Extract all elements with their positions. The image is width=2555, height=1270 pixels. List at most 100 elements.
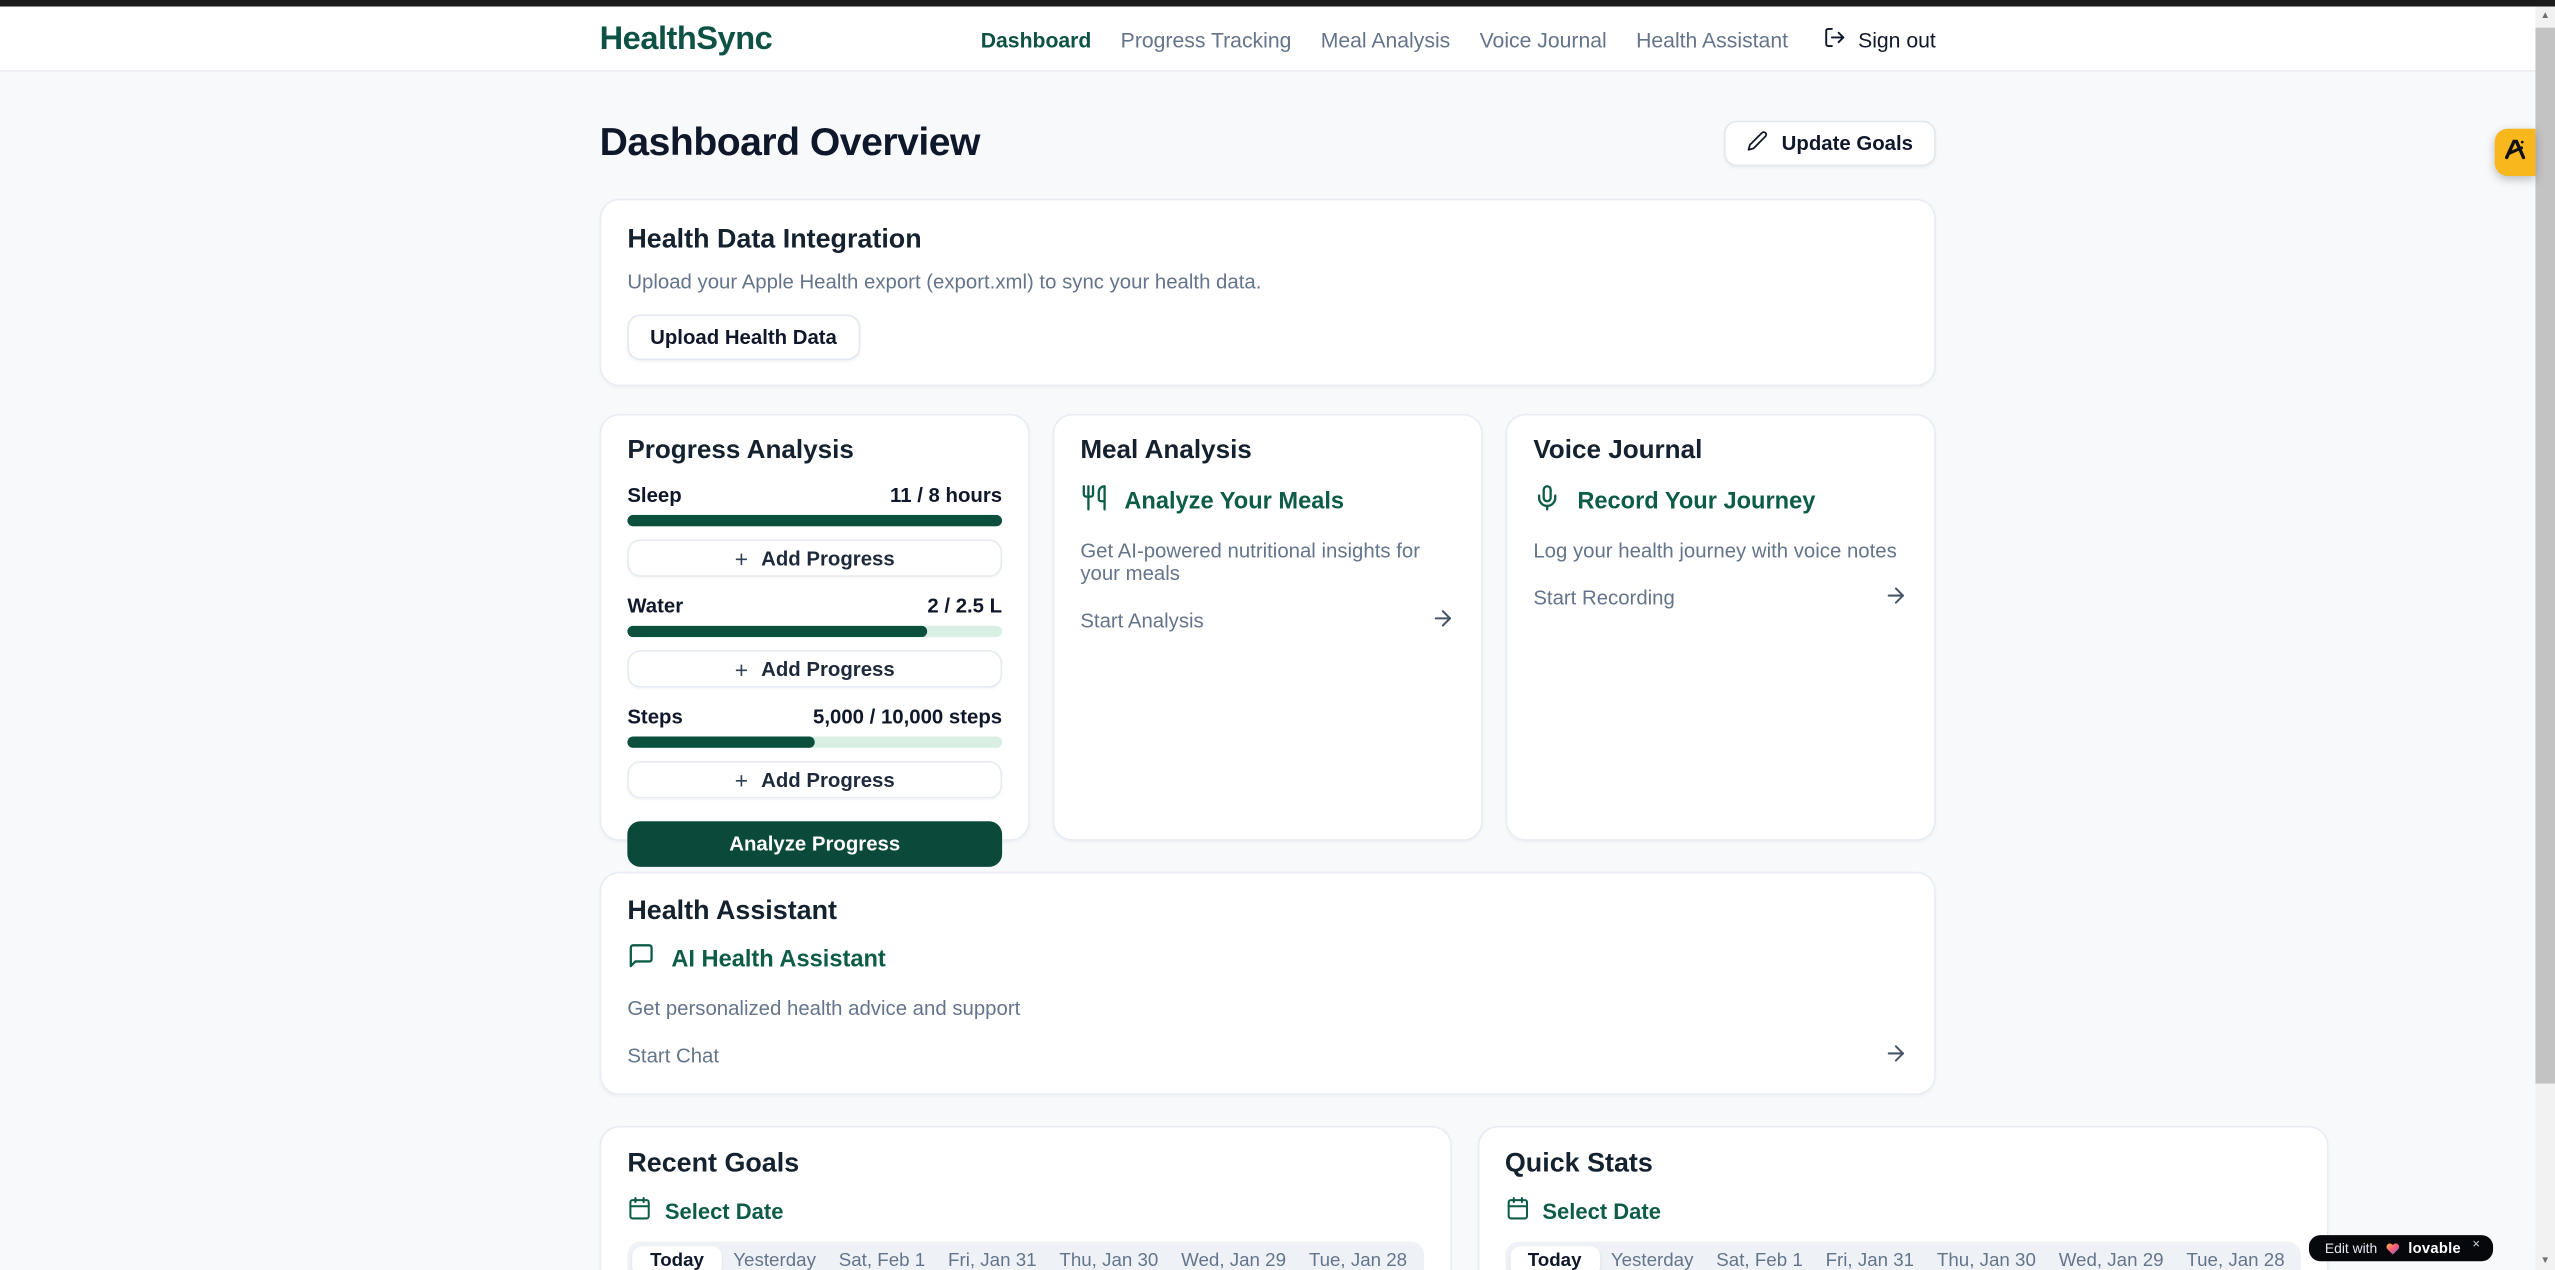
plus-icon: + <box>735 768 748 791</box>
start-analysis-label: Start Analysis <box>1080 609 1203 632</box>
ai-health-assistant-link[interactable]: AI Health Assistant <box>627 942 1908 976</box>
start-chat-link[interactable]: Start Chat <box>627 1041 1908 1070</box>
analyze-your-meals-label: Analyze Your Meals <box>1124 488 1344 514</box>
recent-goals-card: Recent Goals Select Date Today Yesterday… <box>600 1126 1451 1270</box>
health-data-title: Health Data Integration <box>627 225 1908 256</box>
scrollbar-up-arrow[interactable]: ▲ <box>2535 7 2555 27</box>
recent-goals-select-date[interactable]: Select Date <box>627 1196 1423 1225</box>
date-tab-today[interactable]: Today <box>1510 1247 1600 1270</box>
steps-add-progress-button[interactable]: + Add Progress <box>627 761 1002 798</box>
nav-menu: Dashboard Progress Tracking Meal Analysi… <box>981 25 1936 53</box>
metric-sleep: Sleep 11 / 8 hours +Add Progress <box>627 484 1002 577</box>
heart-icon <box>2385 1241 2400 1256</box>
date-tab-feb1[interactable]: Sat, Feb 1 <box>1705 1247 1814 1270</box>
health-data-integration-card: Health Data Integration Upload your Appl… <box>600 199 1936 386</box>
water-add-progress-button[interactable]: + Add Progress <box>627 650 1002 687</box>
update-goals-button[interactable]: Update Goals <box>1725 121 1936 167</box>
utensils-icon <box>1080 484 1108 518</box>
date-tab-jan30[interactable]: Thu, Jan 30 <box>1926 1247 2048 1270</box>
calendar-icon <box>627 1196 651 1225</box>
meal-analysis-card: Meal Analysis Analyze Your Meals Get AI-… <box>1053 414 1483 841</box>
date-tab-jan30[interactable]: Thu, Jan 30 <box>1048 1247 1170 1270</box>
date-tab-feb1[interactable]: Sat, Feb 1 <box>827 1247 936 1270</box>
date-tab-jan29[interactable]: Wed, Jan 29 <box>2047 1247 2175 1270</box>
nav-item-voice-journal[interactable]: Voice Journal <box>1480 27 1607 51</box>
app-screen: HealthSync Dashboard Progress Tracking M… <box>0 0 2555 1270</box>
analyze-progress-button[interactable]: Analyze Progress <box>627 821 1002 867</box>
signout-button[interactable]: Sign out <box>1824 25 1936 53</box>
date-tab-jan31[interactable]: Fri, Jan 31 <box>937 1247 1048 1270</box>
quick-stats-date-tabs: Today Yesterday Sat, Feb 1 Fri, Jan 31 T… <box>1505 1242 2301 1270</box>
select-date-label: Select Date <box>1542 1198 1661 1222</box>
ai-health-assistant-label: AI Health Assistant <box>671 946 885 972</box>
health-assistant-card: Health Assistant AI Health Assistant Get… <box>600 872 1936 1095</box>
steps-progress-fill <box>627 737 814 748</box>
microphone-icon <box>1533 484 1561 518</box>
progress-analysis-card: Progress Analysis Sleep 11 / 8 hours +Ad… <box>600 414 1030 841</box>
main-content: Dashboard Overview Update Goals Health D… <box>600 72 1936 1270</box>
date-tab-jan28[interactable]: Tue, Jan 28 <box>1297 1247 1418 1270</box>
add-progress-label: Add Progress <box>761 768 895 791</box>
pencil-icon <box>1747 130 1768 156</box>
date-tab-today[interactable]: Today <box>632 1247 722 1270</box>
arrow-right-icon <box>1431 606 1455 635</box>
progress-analysis-title: Progress Analysis <box>627 437 1002 466</box>
upload-health-data-button[interactable]: Upload Health Data <box>627 314 859 360</box>
nav-item-dashboard[interactable]: Dashboard <box>981 27 1092 51</box>
floating-widget-button[interactable] <box>2495 129 2536 176</box>
water-progress-bar <box>627 626 1002 637</box>
meal-analysis-desc: Get AI-powered nutritional insights for … <box>1080 539 1455 585</box>
close-icon[interactable]: × <box>2472 1236 2480 1251</box>
nav-item-progress-tracking[interactable]: Progress Tracking <box>1121 27 1292 51</box>
date-tab-jan31[interactable]: Fri, Jan 31 <box>1814 1247 1925 1270</box>
brand-logo[interactable]: HealthSync <box>600 20 773 57</box>
plus-icon: + <box>735 657 748 680</box>
date-tab-jan28[interactable]: Tue, Jan 28 <box>2175 1247 2296 1270</box>
signout-label: Sign out <box>1858 27 1936 51</box>
quick-stats-title: Quick Stats <box>1505 1149 2301 1180</box>
start-chat-label: Start Chat <box>627 1044 719 1067</box>
update-goals-label: Update Goals <box>1782 132 1913 155</box>
arrow-right-icon <box>1884 583 1908 612</box>
record-your-journey-link[interactable]: Record Your Journey <box>1533 484 1908 518</box>
chat-bubble-icon <box>627 942 655 976</box>
record-your-journey-label: Record Your Journey <box>1577 488 1815 514</box>
arrow-right-icon <box>1884 1041 1908 1070</box>
metric-steps: Steps 5,000 / 10,000 steps +Add Progress <box>627 706 1002 799</box>
steps-value: 5,000 / 10,000 steps <box>813 706 1002 729</box>
quick-stats-card: Quick Stats Select Date Today Yesterday … <box>1477 1126 2328 1270</box>
scrollbar-thumb[interactable] <box>2535 28 2555 1084</box>
nav-item-meal-analysis[interactable]: Meal Analysis <box>1321 27 1451 51</box>
edit-with-lovable-badge[interactable]: Edit with lovable × <box>2309 1235 2493 1261</box>
lovable-brand-label: lovable <box>2408 1240 2461 1256</box>
sleep-label: Sleep <box>627 484 681 507</box>
voice-journal-desc: Log your health journey with voice notes <box>1533 539 1908 562</box>
start-recording-label: Start Recording <box>1533 587 1675 610</box>
window-top-strip <box>0 0 2555 7</box>
analyze-your-meals-link[interactable]: Analyze Your Meals <box>1080 484 1455 518</box>
top-navbar: HealthSync Dashboard Progress Tracking M… <box>0 7 2535 72</box>
water-progress-fill <box>627 626 927 637</box>
start-analysis-link[interactable]: Start Analysis <box>1080 606 1455 635</box>
recent-goals-title: Recent Goals <box>627 1149 1423 1180</box>
date-tab-yesterday[interactable]: Yesterday <box>722 1247 827 1270</box>
edit-with-label: Edit with <box>2325 1240 2377 1256</box>
water-label: Water <box>627 595 683 618</box>
vertical-scrollbar[interactable]: ▲ ▼ <box>2535 7 2555 1270</box>
date-tab-yesterday[interactable]: Yesterday <box>1599 1247 1704 1270</box>
page-title: Dashboard Overview <box>600 121 980 167</box>
quick-stats-select-date[interactable]: Select Date <box>1505 1196 2301 1225</box>
content-area: HealthSync Dashboard Progress Tracking M… <box>0 7 2535 1270</box>
logout-icon <box>1824 25 1847 53</box>
health-assistant-desc: Get personalized health advice and suppo… <box>627 997 1908 1020</box>
add-progress-label: Add Progress <box>761 657 895 680</box>
scrollbar-down-arrow[interactable]: ▼ <box>2535 1251 2555 1270</box>
nav-item-health-assistant[interactable]: Health Assistant <box>1636 27 1788 51</box>
sleep-value: 11 / 8 hours <box>890 484 1002 507</box>
sleep-add-progress-button[interactable]: +Add Progress <box>627 539 1002 576</box>
lovable-mark-icon <box>2503 136 2527 169</box>
voice-journal-card: Voice Journal Record Your Journey Log yo… <box>1506 414 1936 841</box>
date-tab-jan29[interactable]: Wed, Jan 29 <box>1170 1247 1298 1270</box>
start-recording-link[interactable]: Start Recording <box>1533 583 1908 612</box>
calendar-icon <box>1505 1196 1529 1225</box>
